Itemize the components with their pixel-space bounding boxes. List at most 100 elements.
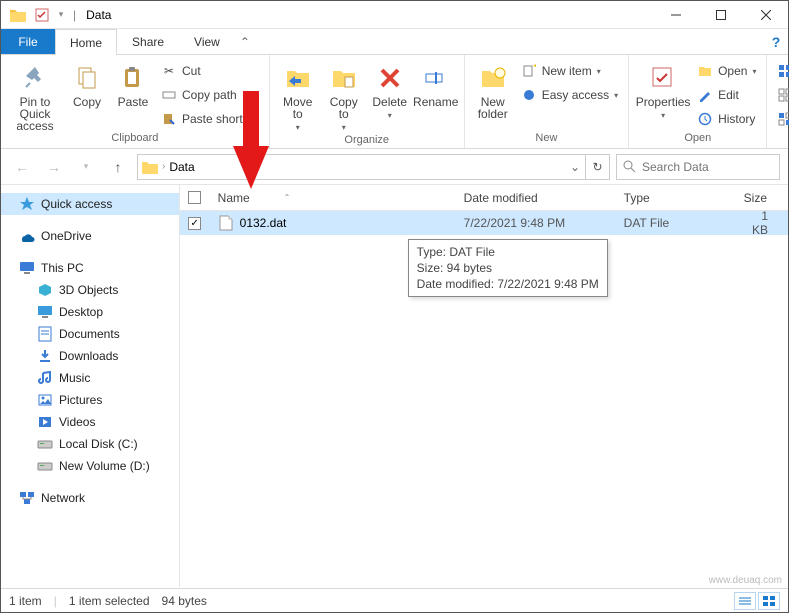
row-checkbox[interactable]: ✓ <box>188 217 201 230</box>
nav-onedrive[interactable]: OneDrive <box>1 225 179 247</box>
tab-file[interactable]: File <box>1 29 55 54</box>
move-to-button[interactable]: Move to▾ <box>276 58 320 134</box>
nav-item-downloads[interactable]: Downloads <box>1 345 179 367</box>
address-history-dropdown[interactable]: ⌄ <box>565 155 585 179</box>
nav-item-music[interactable]: Music <box>1 367 179 389</box>
watermark: www.deuaq.com <box>709 575 782 586</box>
this-pc-icon <box>19 260 35 276</box>
minimize-button[interactable] <box>653 1 698 29</box>
nav-item-documents[interactable]: Documents <box>1 323 179 345</box>
close-button[interactable] <box>743 1 788 29</box>
nav-item-3d-objects[interactable]: 3D Objects <box>1 279 179 301</box>
qat-dropdown-icon[interactable]: ▾ <box>55 4 67 26</box>
new-item-icon: ✦ <box>521 63 537 79</box>
search-input[interactable] <box>642 160 789 174</box>
status-selected-size: 94 bytes <box>162 594 207 608</box>
delete-icon <box>374 62 406 94</box>
history-icon <box>697 111 713 127</box>
cut-button[interactable]: ✂Cut <box>157 60 263 82</box>
nav-item-new-volume-d-[interactable]: New Volume (D:) <box>1 455 179 477</box>
title-bar: ▾ | Data <box>1 1 788 29</box>
copy-label: Copy <box>73 96 101 108</box>
nav-item-local-disk-c-[interactable]: Local Disk (C:) <box>1 433 179 455</box>
forward-button[interactable]: → <box>41 154 67 180</box>
tab-view[interactable]: View <box>179 29 235 54</box>
paste-shortcut-button[interactable]: Paste shortcut <box>157 108 263 130</box>
file-name: 0132.dat <box>240 216 287 230</box>
delete-button[interactable]: Delete▾ <box>368 58 412 122</box>
folder-icon <box>7 4 29 26</box>
cut-icon: ✂ <box>161 63 177 79</box>
column-size[interactable]: Size <box>736 185 788 210</box>
nav-item-desktop[interactable]: Desktop <box>1 301 179 323</box>
new-item-button[interactable]: ✦New item ▾ <box>517 60 622 82</box>
copy-button[interactable]: Copy <box>65 58 109 108</box>
properties-button[interactable]: Properties▾ <box>635 58 691 122</box>
tab-share[interactable]: Share <box>117 29 179 54</box>
history-button[interactable]: History <box>693 108 760 130</box>
nav-item-icon <box>37 392 53 408</box>
rename-button[interactable]: Rename <box>414 58 458 108</box>
file-type: DAT File <box>616 216 736 230</box>
group-new: New folder ✦New item ▾ Easy access ▾ New <box>465 55 629 148</box>
star-icon <box>19 196 35 212</box>
pin-to-quick-access-button[interactable]: Pin to Quick access <box>7 58 63 132</box>
view-thumbnails-button[interactable] <box>758 592 780 610</box>
navigation-pane: Quick access OneDrive This PC 3D Objects… <box>1 185 180 587</box>
tooltip-date: Date modified: 7/22/2021 9:48 PM <box>417 276 599 292</box>
nav-item-icon <box>37 348 53 364</box>
refresh-button[interactable]: ↻ <box>585 155 609 179</box>
chevron-right-icon[interactable]: › <box>162 161 165 172</box>
nav-item-icon <box>37 414 53 430</box>
nav-quick-access[interactable]: Quick access <box>1 193 179 215</box>
column-type[interactable]: Type <box>616 185 736 210</box>
new-folder-icon <box>477 62 509 94</box>
file-date: 7/22/2021 9:48 PM <box>456 216 616 230</box>
rename-icon <box>420 62 452 94</box>
window-title: Data <box>86 8 111 22</box>
group-clipboard-label: Clipboard <box>7 132 263 146</box>
paste-button[interactable]: Paste <box>111 58 155 108</box>
copy-path-button[interactable]: Copy path <box>157 84 263 106</box>
column-name[interactable]: Name ⌃ <box>210 185 456 210</box>
column-date[interactable]: Date modified <box>456 185 616 210</box>
edit-button[interactable]: Edit <box>693 84 760 106</box>
qat-properties-icon[interactable] <box>31 4 53 26</box>
copy-to-button[interactable]: Copy to▾ <box>322 58 366 134</box>
column-headers: Name ⌃ Date modified Type Size <box>180 185 788 211</box>
easy-access-button[interactable]: Easy access ▾ <box>517 84 622 106</box>
collapse-ribbon-icon[interactable]: ⌃ <box>235 29 255 54</box>
new-folder-button[interactable]: New folder <box>471 58 515 120</box>
address-bar[interactable]: › Data ⌄ ↻ <box>137 154 610 180</box>
nav-item-icon <box>37 436 53 452</box>
back-button[interactable]: ← <box>9 154 35 180</box>
tab-home[interactable]: Home <box>55 29 117 55</box>
maximize-button[interactable] <box>698 1 743 29</box>
search-icon <box>623 160 636 173</box>
nav-item-pictures[interactable]: Pictures <box>1 389 179 411</box>
column-checkbox[interactable] <box>180 185 210 210</box>
help-icon[interactable]: ? <box>764 29 788 54</box>
nav-item-videos[interactable]: Videos <box>1 411 179 433</box>
invert-selection-button[interactable]: Invert selection <box>773 108 789 130</box>
onedrive-icon <box>19 228 35 244</box>
easy-access-icon <box>521 87 537 103</box>
invert-selection-icon <box>777 111 789 127</box>
select-none-button[interactable]: Select none <box>773 84 789 106</box>
nav-network[interactable]: Network <box>1 487 179 509</box>
svg-text:✦: ✦ <box>532 64 536 73</box>
breadcrumb[interactable]: Data <box>169 160 194 174</box>
open-button[interactable]: Open ▾ <box>693 60 760 82</box>
recent-locations-button[interactable]: ▾ <box>73 154 99 180</box>
file-list-pane: Name ⌃ Date modified Type Size ✓ 0132.dat… <box>180 185 788 587</box>
paste-icon <box>117 62 149 94</box>
file-size: 1 KB <box>736 209 788 237</box>
select-all-button[interactable]: Select all <box>773 60 789 82</box>
properties-icon <box>647 62 679 94</box>
file-row[interactable]: ✓ 0132.dat 7/22/2021 9:48 PMDAT File1 KB <box>180 211 788 235</box>
up-button[interactable]: ↑ <box>105 154 131 180</box>
nav-item-icon <box>37 326 53 342</box>
nav-this-pc[interactable]: This PC <box>1 257 179 279</box>
search-box[interactable] <box>616 154 780 180</box>
view-details-button[interactable] <box>734 592 756 610</box>
